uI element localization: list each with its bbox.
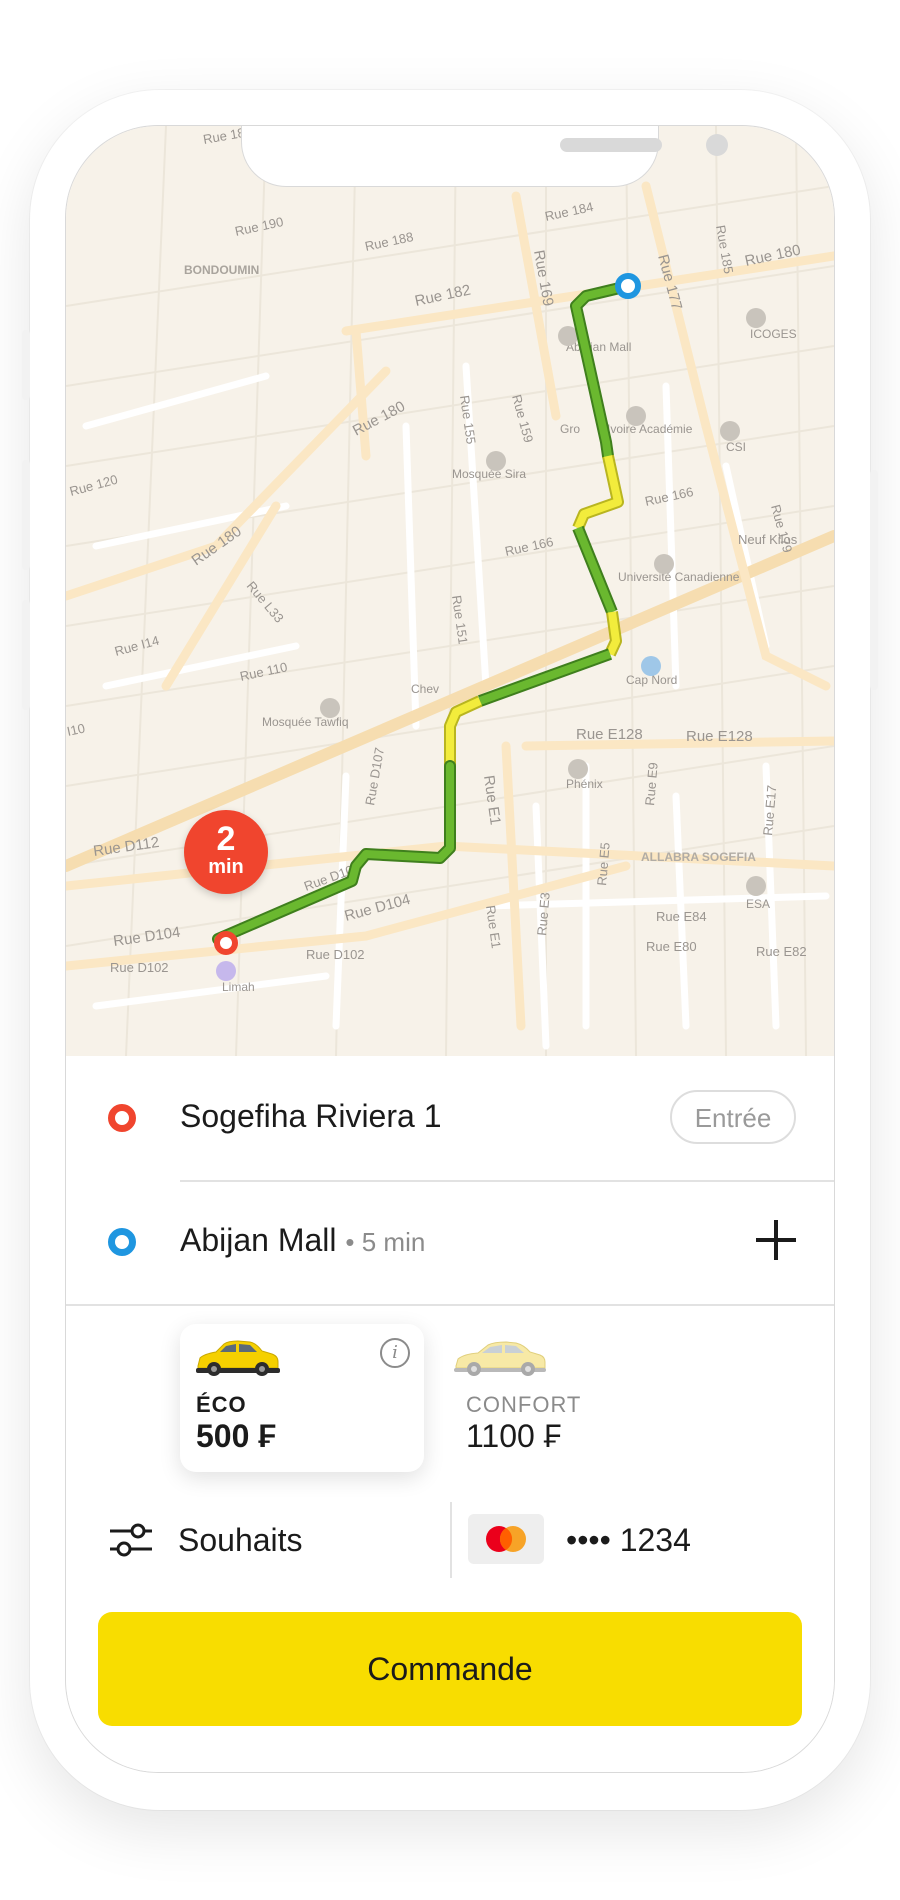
- tariff-name: ÉCO: [196, 1392, 247, 1417]
- svg-text:Rue 166: Rue 166: [504, 534, 555, 559]
- svg-text:Gro: Gro: [560, 422, 580, 436]
- svg-text:Rue I14: Rue I14: [113, 633, 161, 659]
- phone-notch: [242, 126, 728, 186]
- svg-text:Mosquée Tawfiq: Mosquée Tawfiq: [262, 715, 349, 729]
- svg-text:CSI: CSI: [726, 440, 746, 454]
- options-row: Souhaits •••• 1234: [66, 1502, 834, 1578]
- destination-row[interactable]: Abijan Mall • 5 min: [66, 1180, 834, 1304]
- entrance-button[interactable]: Entrée: [670, 1090, 796, 1144]
- order-button[interactable]: Commande: [98, 1612, 802, 1726]
- svg-text:Rue E128: Rue E128: [686, 728, 753, 745]
- svg-text:Rue E5: Rue E5: [594, 842, 613, 887]
- options-divider: [450, 1502, 452, 1578]
- origin-address[interactable]: Sogefiha Riviera 1: [180, 1098, 441, 1135]
- tariff-price: 500 ₣: [196, 1418, 277, 1454]
- svg-text:ALLABRA SOGEFIA: ALLABRA SOGEFIA: [641, 850, 756, 864]
- add-stop-icon[interactable]: [756, 1220, 796, 1260]
- svg-text:ICOGES: ICOGES: [750, 327, 797, 341]
- phone-volume-up: [22, 460, 30, 570]
- svg-text:Rue 120: Rue 120: [68, 472, 119, 499]
- svg-text:Rue E9: Rue E9: [642, 762, 661, 807]
- svg-text:Neuf Kilos: Neuf Kilos: [738, 532, 798, 547]
- svg-text:Mosquée Sira: Mosquée Sira: [452, 467, 526, 481]
- origin-marker: [214, 931, 238, 955]
- pickup-eta-badge: 2 min: [184, 810, 268, 894]
- tariff-name: CONFORT: [466, 1392, 582, 1417]
- svg-text:Rue E1: Rue E1: [483, 904, 504, 949]
- map-view[interactable]: Rue 184 Rue 190 Rue 188 Rue 182 Rue 184 …: [66, 126, 834, 1056]
- comfort-car-icon: [454, 1341, 546, 1376]
- svg-text:Limah: Limah: [222, 980, 255, 994]
- svg-text:Rue 184: Rue 184: [544, 199, 595, 224]
- destination-dot-icon: [108, 1228, 136, 1256]
- notch-speaker: [560, 138, 662, 152]
- filter-settings-icon: [110, 1523, 152, 1557]
- svg-text:Rue D107: Rue D107: [362, 746, 387, 806]
- svg-text:Rue D102: Rue D102: [306, 947, 365, 962]
- svg-text:Rue E1: Rue E1: [480, 774, 504, 826]
- order-panel: Sogefiha Riviera 1 Entrée Abijan Mall • …: [66, 1056, 834, 1772]
- wishes-label: Souhaits: [178, 1522, 303, 1558]
- svg-text:Rue 188: Rue 188: [364, 229, 415, 254]
- svg-text:Rue D104: Rue D104: [343, 891, 413, 925]
- svg-text:Rue E80: Rue E80: [646, 939, 697, 954]
- mastercard-icon: [468, 1514, 544, 1564]
- svg-text:Université Canadienne: Université Canadienne: [618, 570, 740, 584]
- svg-text:Rue 159: Rue 159: [509, 393, 536, 444]
- card-number: •••• 1234: [566, 1522, 691, 1558]
- wishes-button[interactable]: Souhaits: [66, 1502, 446, 1578]
- destination-name: Abijan Mall: [180, 1222, 337, 1258]
- tariff-info-icon[interactable]: i: [380, 1338, 410, 1368]
- taxi-car-icon: [196, 1340, 280, 1376]
- svg-text:Chev: Chev: [411, 682, 439, 696]
- svg-text:Ivoire Académie: Ivoire Académie: [607, 422, 693, 436]
- svg-text:Rue 151: Rue 151: [449, 594, 471, 645]
- eta-value: 2: [216, 820, 236, 858]
- tariff-price: 1100 ₣: [466, 1418, 562, 1454]
- destination-marker: [615, 273, 641, 299]
- origin-row[interactable]: Sogefiha Riviera 1 Entrée: [66, 1056, 834, 1180]
- svg-text:I10: I10: [66, 721, 86, 739]
- svg-text:BONDOUMIN: BONDOUMIN: [184, 263, 259, 277]
- origin-dot-icon: [108, 1104, 136, 1132]
- svg-text:Rue 182: Rue 182: [413, 281, 472, 309]
- svg-text:Rue E3: Rue E3: [534, 892, 553, 937]
- phone-power-button: [870, 470, 878, 690]
- svg-text:Rue D104: Rue D104: [112, 924, 181, 950]
- svg-text:Rue 190: Rue 190: [234, 214, 285, 239]
- phone-volume-down: [22, 600, 30, 710]
- svg-text:Rue E17: Rue E17: [760, 785, 779, 837]
- payment-method-button[interactable]: •••• 1234: [456, 1502, 834, 1578]
- section-divider: [66, 1304, 834, 1306]
- svg-text:Rue 110: Rue 110: [239, 659, 289, 684]
- svg-text:Rue E128: Rue E128: [576, 726, 643, 743]
- svg-text:Phénix: Phénix: [566, 777, 603, 791]
- destination-eta: • 5 min: [345, 1227, 426, 1257]
- svg-text:Rue E82: Rue E82: [756, 944, 807, 959]
- app-screen: Rue 184 Rue 190 Rue 188 Rue 182 Rue 184 …: [66, 126, 834, 1772]
- svg-text:Rue D102: Rue D102: [110, 960, 169, 975]
- svg-text:ESA: ESA: [746, 897, 770, 911]
- eta-unit: min: [208, 856, 244, 878]
- destination-address[interactable]: Abijan Mall • 5 min: [180, 1222, 425, 1259]
- tariff-card-confort[interactable]: CONFORT 1100 ₣: [450, 1324, 694, 1472]
- tariff-card-eco[interactable]: i ÉCO 500 ₣: [180, 1324, 424, 1472]
- map-canvas: Rue 184 Rue 190 Rue 188 Rue 182 Rue 184 …: [66, 126, 834, 1056]
- notch-camera: [706, 134, 728, 156]
- svg-text:Rue E84: Rue E84: [656, 909, 707, 924]
- phone-side-button: [22, 330, 30, 400]
